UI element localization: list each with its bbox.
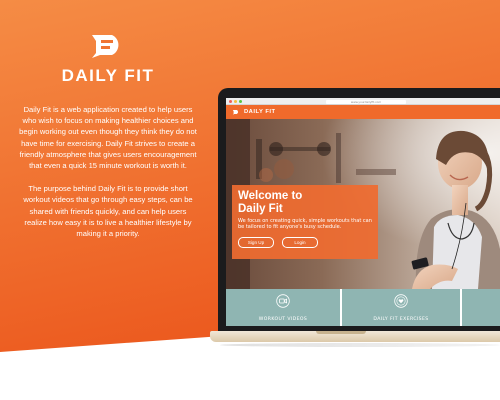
maximize-dot-icon[interactable]: [239, 100, 242, 103]
daily-fit-logo-icon: [92, 35, 119, 58]
brand-name: DAILY FIT: [61, 66, 155, 85]
feature-card-daily-fit-exercises[interactable]: DAILY FIT EXERCISES: [342, 289, 460, 326]
video-camera-icon: [276, 294, 290, 308]
laptop-mockup: www.yourdailyfit.com DAILY FIT Welcome t…: [210, 88, 500, 350]
hero-title-line-2: Daily Fit: [238, 202, 283, 215]
close-dot-icon[interactable]: [229, 100, 232, 103]
description-paragraph-2: The purpose behind Daily Fit is to provi…: [23, 184, 193, 239]
laptop-screen: www.yourdailyfit.com DAILY FIT Welcome t…: [226, 98, 500, 326]
laptop-notch: [316, 331, 366, 334]
window-controls: [229, 100, 242, 103]
feature-label: DAILY FIT EXERCISES: [373, 317, 429, 322]
hero-section: Welcome to Daily Fit We focus on creatin…: [226, 119, 500, 289]
minimize-dot-icon[interactable]: [234, 100, 237, 103]
heart-badge-icon: [394, 294, 408, 308]
address-bar[interactable]: www.yourdailyfit.com: [326, 99, 406, 104]
hero-buttons: Sign Up Login: [238, 236, 372, 248]
browser-bar: www.yourdailyfit.com: [226, 98, 500, 105]
site-header: DAILY FIT: [226, 105, 500, 119]
features-row: WORKOUT VIDEOS DAILY FIT EXERCISES: [226, 289, 500, 326]
left-column: DAILY FIT Daily Fit is a web application…: [18, 32, 198, 239]
login-button[interactable]: Login: [282, 236, 318, 248]
hero-subtitle: We focus on creating quick, simple worko…: [238, 218, 372, 231]
sign-up-button[interactable]: Sign Up: [238, 236, 274, 248]
hero-title-line-1: Welcome to: [238, 190, 303, 202]
laptop-shadow: [220, 343, 500, 347]
feature-label: WORKOUT VIDEOS: [258, 317, 308, 322]
feature-card-partial[interactable]: [462, 289, 500, 326]
daily-fit-logo-icon[interactable]: [232, 109, 240, 115]
welcome-panel: Welcome to Daily Fit We focus on creatin…: [232, 185, 378, 259]
feature-card-workout-videos[interactable]: WORKOUT VIDEOS: [226, 289, 340, 326]
laptop-base: [210, 331, 500, 342]
description-paragraph-1: Daily Fit is a web application created t…: [19, 105, 197, 171]
site-header-brand[interactable]: DAILY FIT: [244, 109, 276, 115]
